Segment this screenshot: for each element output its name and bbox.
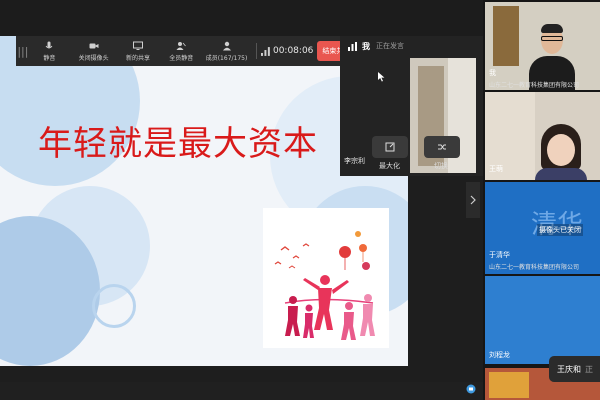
maximize-icon [385, 142, 395, 152]
popup-name: 王庆和 [557, 364, 581, 374]
camera-off-button[interactable]: 关闭摄像头 [73, 36, 114, 66]
tile-name: 我 [489, 69, 496, 77]
mic-icon [46, 41, 53, 48]
maximize-button[interactable] [372, 136, 408, 158]
member-name: 李宗利 [344, 157, 365, 165]
meeting-window: 年轻就是最大资本 ||| 静音 关闭摄像头 新的共享 全员静音 成员(167/1… [0, 0, 600, 400]
tile-painting [489, 372, 529, 398]
toolbar-label: 静音 [43, 54, 56, 62]
maximize-label: 最大化 [379, 162, 400, 170]
switch-label: 切换 [434, 162, 448, 170]
tile-org: 山东二七一教育科技集团有限公司 [489, 264, 580, 271]
toolbar-label: 全员静音 [169, 54, 194, 62]
speaking-bars-icon [348, 41, 357, 51]
mute-button[interactable]: 静音 [30, 36, 69, 66]
tile-person-face [547, 134, 575, 166]
toolbar-label: 关闭摄像头 [78, 54, 109, 62]
slide-title: 年轻就是最大资本 [38, 124, 318, 164]
runners-illustration [263, 208, 389, 348]
camera-icon [89, 43, 99, 48]
tile-person-glasses [541, 36, 563, 41]
new-share-button[interactable]: 新的共享 [118, 36, 157, 66]
tile-org: 山东二七一教育科技集团有限公司 [489, 82, 580, 89]
members-button[interactable]: 成员(167/175) [205, 36, 248, 66]
tile-name: 刘程龙 [489, 351, 510, 359]
bg-circle [92, 284, 136, 328]
tile-name: 于清华 [489, 251, 510, 259]
share-screen-icon [132, 41, 143, 50]
tile-name: 王萌 [489, 165, 503, 173]
camera-off-text: 摄像头已关闭 [537, 224, 583, 236]
toolbar-label: 新的共享 [125, 54, 150, 62]
gallery-tile[interactable]: 我 山东二七一教育科技集团有限公司 [485, 2, 600, 90]
speaker-name: 我 [362, 41, 370, 51]
popup-extra: 正 [585, 364, 593, 374]
top-strip [0, 0, 483, 36]
gallery-tile[interactable]: 王萌 [485, 92, 600, 180]
toolbar-label: 成员(167/175) [205, 54, 248, 62]
speaker-panel: 我 正在发言 最大化 切换 李宗利 [340, 36, 483, 176]
gallery-tile[interactable]: 刘程龙 [485, 276, 600, 364]
chat-icon[interactable] [466, 384, 476, 394]
speaker-bar: 我 正在发言 [340, 36, 483, 56]
meeting-timer: 00:08:06 [272, 46, 314, 56]
switch-button[interactable] [424, 136, 460, 158]
tile-person-hair [541, 24, 563, 33]
speaking-notice: 王庆和 正 [549, 356, 600, 382]
mute-all-icon [176, 41, 187, 50]
shuffle-icon [438, 144, 446, 150]
signal-icon [261, 46, 270, 56]
tile-door [493, 6, 519, 66]
chevron-right-icon [470, 195, 476, 205]
expand-gallery-button[interactable] [466, 182, 480, 218]
mouse-cursor-icon [378, 72, 385, 82]
tile-person-body [535, 168, 587, 180]
toolbar-divider [256, 43, 258, 59]
meeting-toolbar: ||| 静音 关闭摄像头 新的共享 全员静音 成员(167/175) 00:08… [16, 36, 351, 66]
speaker-status: 正在发言 [376, 42, 404, 50]
members-icon [222, 41, 231, 50]
mute-all-button[interactable]: 全员静音 [162, 36, 201, 66]
drag-handle[interactable]: ||| [16, 36, 30, 66]
bottom-bar [0, 382, 483, 400]
video-gallery: 我 山东二七一教育科技集团有限公司 王萌 清华 摄像头已关闭 于清华 山东二七一… [483, 0, 600, 400]
gallery-tile[interactable]: 清华 摄像头已关闭 于清华 山东二七一教育科技集团有限公司 [485, 182, 600, 274]
